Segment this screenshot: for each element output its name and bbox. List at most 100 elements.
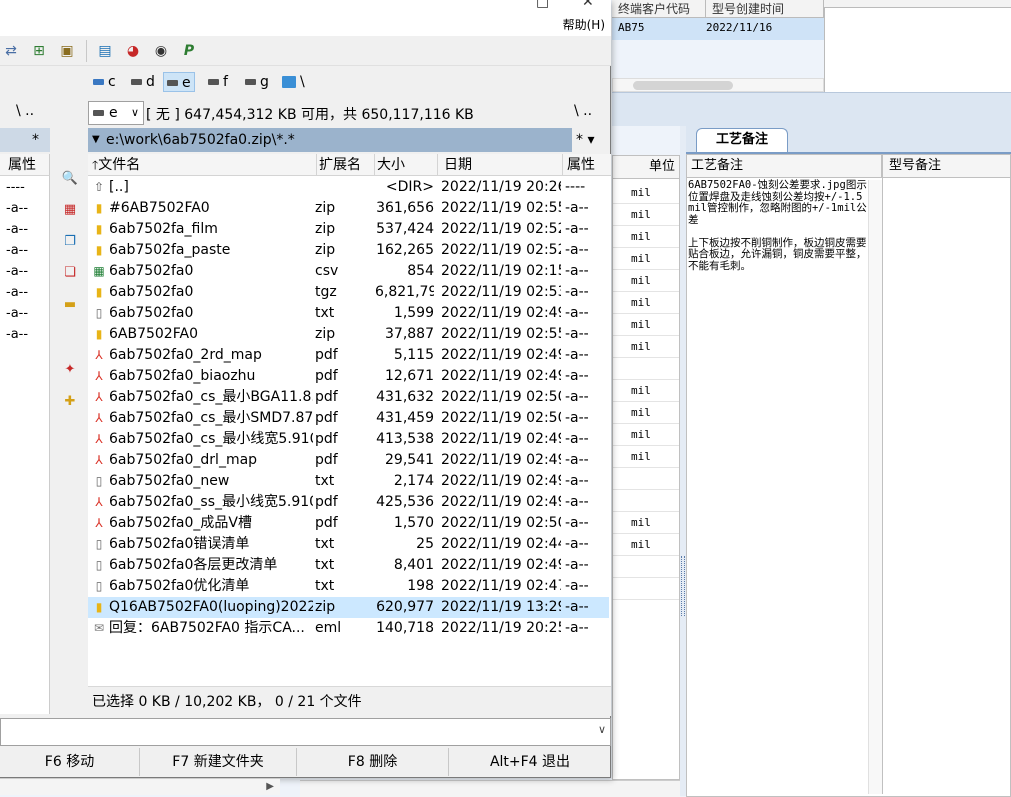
bg-unit-row[interactable]: mil	[613, 292, 679, 314]
bg-unit-row[interactable]	[613, 556, 679, 578]
drive-button-1[interactable]: d	[128, 72, 158, 92]
left-list-item[interactable]: -a--	[6, 282, 28, 303]
bg-unit-row[interactable]	[613, 358, 679, 380]
bg-unit-row[interactable]: mil	[613, 424, 679, 446]
drive-select[interactable]: e ∨	[88, 101, 144, 125]
file-row[interactable]: ⅄ 6ab7502fa0_cs_最小BGA11.8.. pdf 431,632 2022…	[88, 387, 609, 408]
left-list-item[interactable]: -a--	[6, 324, 28, 345]
file-row[interactable]: ▯ 6ab7502fa0错误清单 txt 25 2022/11/19 02:44 -a--	[88, 534, 609, 555]
bg-unit-row[interactable]	[613, 468, 679, 490]
maximize-icon[interactable]: □	[536, 0, 549, 10]
bg-scroll-thumb[interactable]	[633, 81, 733, 90]
copy-icon[interactable]: ❐	[61, 233, 79, 251]
col-size[interactable]: 大小	[375, 154, 438, 176]
drive-button-2[interactable]: e	[163, 72, 195, 92]
current-path-bar[interactable]: ▼ e:\work\6ab7502fa0.zip\*.*	[88, 128, 572, 152]
left-list-item[interactable]: -a--	[6, 198, 28, 219]
compare-icon[interactable]: ⇄	[2, 42, 20, 60]
archive-icon[interactable]: ▣	[58, 42, 76, 60]
file-row[interactable]: ⅄ 6ab7502fa0_cs_最小线宽5.910 pdf 413,538 2022/1…	[88, 429, 609, 450]
drive-button-3[interactable]: f	[205, 72, 231, 92]
left-path-bar[interactable]: \ ..	[0, 100, 50, 126]
bg-unit-row[interactable]: mil	[613, 380, 679, 402]
disc-icon[interactable]: ◉	[152, 42, 170, 60]
left-filter[interactable]: * ▾	[0, 128, 50, 172]
notepad-icon[interactable]: ▤	[96, 42, 114, 60]
left-list-item[interactable]: -a--	[6, 240, 28, 261]
left-col-attr[interactable]: 属性	[0, 154, 50, 176]
file-row[interactable]: ▯ 6ab7502fa0 txt 1,599 2022/11/19 02:49 -a--	[88, 303, 609, 324]
file-row[interactable]: ⅄ 6ab7502fa0_成品V槽 pdf 1,570 2022/11/19 02:50…	[88, 513, 609, 534]
left-file-list[interactable]: ---- -a-- -a-- -a-- -a-- -a-- -a-- -a--	[0, 176, 50, 714]
chevron-down-icon[interactable]: ∨	[598, 723, 606, 736]
drive-button-4[interactable]: g	[242, 72, 272, 92]
drive-button-0[interactable]: c	[90, 72, 119, 92]
file-row[interactable]: ▯ 6ab7502fa0优化清单 txt 198 2022/11/19 02:47 -a-…	[88, 576, 609, 597]
bg-unit-row[interactable]: mil	[613, 314, 679, 336]
find-icon[interactable]: 🔍	[61, 170, 79, 188]
view-icon[interactable]: ▦	[61, 201, 79, 219]
file-row[interactable]: ⅄ 6ab7502fa0_drl_map pdf 29,541 2022/11/19 0…	[88, 450, 609, 471]
bg-unit-row[interactable]: mil	[613, 512, 679, 534]
file-row[interactable]: ⅄ 6ab7502fa0_biaozhu pdf 12,671 2022/11/19 0…	[88, 366, 609, 387]
col-attr[interactable]: 属性	[563, 154, 609, 176]
bg-unit-row[interactable]: mil	[613, 446, 679, 468]
left-list-item[interactable]: -a--	[6, 303, 28, 324]
bg-notes-text[interactable]: 6AB7502FA0-蚀刻公差要求.jpg图示位置焊盘及走线蚀刻公差均按+/-1…	[688, 179, 868, 272]
col-date[interactable]: 日期	[438, 154, 563, 176]
paint-icon[interactable]: ◕	[124, 42, 142, 60]
fkey-button-0[interactable]: F6 移动	[0, 748, 140, 776]
move-icon[interactable]: ❏	[61, 264, 79, 282]
file-row[interactable]: ✉ 回复：6AB7502FA0 指示CA... eml 140,718 2022/11/…	[88, 618, 609, 639]
bg-top-table-row[interactable]: AB75 2022/11/16	[612, 18, 824, 40]
file-row[interactable]: ⅄ 6ab7502fa0_ss_最小线宽5.910 pdf 425,536 2022/1…	[88, 492, 609, 513]
fkey-button-2[interactable]: F8 删除	[297, 748, 449, 776]
file-row[interactable]: ⅄ 6ab7502fa0_2rd_map pdf 5,115 2022/11/19 02…	[88, 345, 609, 366]
bg-unit-row[interactable]: mil	[613, 534, 679, 556]
bg-unit-row[interactable]: mil	[613, 270, 679, 292]
bg-bottom-hscrollbar[interactable]	[300, 780, 680, 797]
bg-unit-row[interactable]: mil	[613, 226, 679, 248]
bg-unit-row[interactable]	[613, 490, 679, 512]
left-list-item[interactable]: -a--	[6, 219, 28, 240]
col-name[interactable]: 🡑文件名	[88, 154, 317, 176]
tree-icon[interactable]: ⊞	[30, 42, 48, 60]
new-folder-icon[interactable]: ✚	[61, 393, 79, 411]
path-dropdown-icon[interactable]: ▼	[92, 128, 100, 152]
fkey-button-1[interactable]: F7 新建文件夹	[140, 748, 297, 776]
bg-unit-row[interactable]: mil	[613, 182, 679, 204]
fkey-button-3[interactable]: Alt+F4 退出	[449, 748, 611, 776]
right-filter[interactable]: * ▾	[572, 128, 611, 152]
file-row[interactable]: ⇧ [..] <DIR> 2022/11/19 20:26 ----	[88, 177, 609, 198]
bg-top-hscrollbar[interactable]	[612, 78, 824, 92]
command-line-input[interactable]: ∨	[0, 718, 611, 746]
file-row[interactable]: ▯ 6ab7502fa0_new txt 2,174 2022/11/19 02:49-…	[88, 471, 609, 492]
file-row[interactable]: ▮ #6AB7502FA0 zip 361,656 2022/11/19 02:55 -a…	[88, 198, 609, 219]
bg-unit-row[interactable]: mil	[613, 248, 679, 270]
scroll-right-icon[interactable]: ▶	[266, 781, 274, 792]
file-row[interactable]: ▯ 6ab7502fa0各层更改清单 txt 8,401 2022/11/19 02:4…	[88, 555, 609, 576]
tab-process-notes[interactable]: 工艺备注	[696, 128, 788, 152]
file-row[interactable]: ▮ Q16AB7502FA0(luoping)2022... zip 620,977 2…	[88, 597, 609, 618]
file-row[interactable]: ▮ 6ab7502fa_film zip 537,424 2022/11/19 02:5…	[88, 219, 609, 240]
col-ext[interactable]: 扩展名	[317, 154, 375, 176]
close-icon[interactable]: ✕	[582, 0, 594, 10]
ftp-icon[interactable]: P	[180, 42, 198, 60]
bg-col-customer-code[interactable]: 终端客户代码	[612, 0, 706, 18]
file-row[interactable]: ▮ 6ab7502fa0 tgz 6,821,798 2022/11/19 02:53-…	[88, 282, 609, 303]
bg-unit-row[interactable]: mil	[613, 402, 679, 424]
bg-notes-col-model[interactable]: 型号备注	[882, 154, 1011, 178]
file-row[interactable]: ▦ 6ab7502fa0 csv 854 2022/11/19 02:15 -a--	[88, 261, 609, 282]
file-row[interactable]: ⅄ 6ab7502fa0_cs_最小SMD7.874 pdf 431,459 2022/…	[88, 408, 609, 429]
left-list-item[interactable]: -a--	[6, 261, 28, 282]
file-list[interactable]: ⇧ [..] <DIR> 2022/11/19 20:26 ---- ▮ #6AB7502F…	[88, 176, 611, 686]
bg-col-create-time[interactable]: 型号创建时间	[706, 0, 824, 18]
bg-notes-col-process[interactable]: 工艺备注	[686, 154, 882, 178]
file-row[interactable]: ▮ 6AB7502FA0 zip 37,887 2022/11/19 02:55 -a--	[88, 324, 609, 345]
right-path-tail[interactable]: \ ..	[574, 103, 592, 119]
drive-button-5[interactable]: \	[279, 72, 308, 92]
bg-unit-row[interactable]: mil	[613, 336, 679, 358]
left-list-item[interactable]: ----	[6, 177, 25, 198]
file-row[interactable]: ▮ 6ab7502fa_paste zip 162,265 2022/11/19 02:…	[88, 240, 609, 261]
menu-help[interactable]: 帮助(H)	[563, 16, 605, 33]
